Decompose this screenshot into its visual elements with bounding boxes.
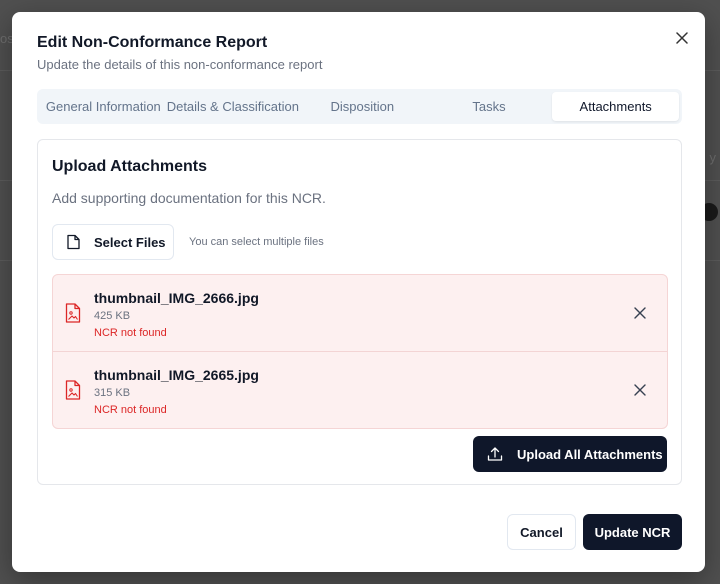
tab-attachments[interactable]: Attachments	[552, 92, 680, 121]
file-error: NCR not found	[94, 404, 167, 416]
image-file-icon	[65, 303, 81, 323]
file-item: thumbnail_IMG_2666.jpg 425 KB NCR not fo…	[53, 275, 667, 352]
cancel-button[interactable]: Cancel	[507, 514, 576, 550]
dialog-subtitle: Update the details of this non-conforman…	[37, 57, 323, 72]
select-files-hint: You can select multiple files	[189, 236, 324, 248]
file-name: thumbnail_IMG_2665.jpg	[94, 367, 259, 383]
file-size: 315 KB	[94, 387, 131, 399]
tab-disposition[interactable]: Disposition	[299, 92, 426, 121]
file-item: thumbnail_IMG_2665.jpg 315 KB NCR not fo…	[53, 352, 667, 428]
close-icon	[634, 384, 646, 396]
tab-list: General Information Details & Classifica…	[37, 89, 682, 124]
attachments-title: Upload Attachments	[52, 158, 207, 175]
attachments-description: Add supporting documentation for this NC…	[52, 190, 326, 206]
attachments-card: Upload Attachments Add supporting docume…	[37, 139, 682, 485]
close-icon	[634, 307, 646, 319]
upload-all-label: Upload All Attachments	[517, 446, 663, 462]
close-button[interactable]	[673, 29, 691, 47]
file-error: NCR not found	[94, 327, 167, 339]
edit-ncr-dialog: Edit Non-Conformance Report Update the d…	[12, 12, 705, 572]
dialog-title: Edit Non-Conformance Report	[37, 34, 268, 51]
file-icon	[67, 234, 80, 250]
file-size: 425 KB	[94, 310, 131, 322]
select-files-label: Select Files	[94, 234, 166, 250]
select-files-button[interactable]: Select Files	[52, 224, 174, 260]
close-icon	[676, 32, 688, 44]
file-list: thumbnail_IMG_2666.jpg 425 KB NCR not fo…	[52, 274, 668, 429]
tab-general-information[interactable]: General Information	[40, 92, 167, 121]
update-ncr-button[interactable]: Update NCR	[583, 514, 682, 550]
upload-icon	[487, 447, 503, 461]
remove-file-button[interactable]	[633, 383, 647, 397]
image-file-icon	[65, 380, 81, 400]
file-name: thumbnail_IMG_2666.jpg	[94, 290, 259, 306]
background-text: y	[709, 150, 717, 165]
upload-all-button[interactable]: Upload All Attachments	[473, 436, 667, 472]
tab-details-classification[interactable]: Details & Classification	[167, 92, 299, 121]
tab-tasks[interactable]: Tasks	[426, 92, 553, 121]
remove-file-button[interactable]	[633, 306, 647, 320]
